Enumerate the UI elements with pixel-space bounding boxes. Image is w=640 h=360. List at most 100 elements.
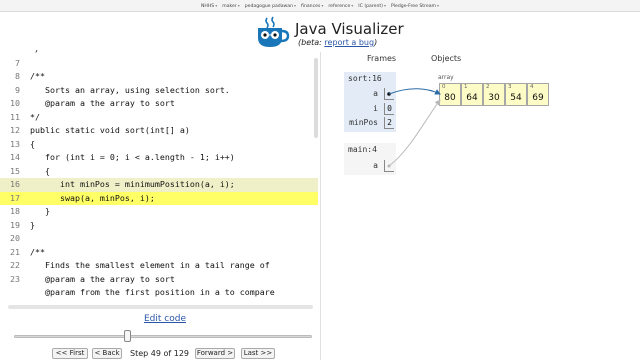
code-vertical-scrollbar[interactable] (314, 58, 318, 138)
line-number: 8 (15, 71, 20, 81)
array-value: 80 (444, 93, 456, 103)
var-value-a (384, 160, 394, 172)
line-text: @param from the first position in a to c… (30, 287, 275, 297)
code-line: 8 /** (0, 70, 318, 84)
coffee-cup-logo-icon (258, 16, 290, 47)
code-line: 16 int minPos = minimumPosition(a, i); (0, 178, 318, 192)
array-value: 69 (532, 93, 544, 103)
line-number: 13 (10, 138, 20, 149)
line-text: swap(a, minPos, i); (30, 192, 155, 203)
array-index: 0 (442, 84, 446, 90)
code-line: 19} (0, 219, 318, 233)
line-text: } (30, 206, 50, 216)
line-text: for (int i = 0; i < a.length - 1; i++) (30, 152, 235, 162)
line-text: /** (30, 246, 45, 257)
bookmark-finances[interactable]: finances▾ (301, 3, 323, 9)
array-cell: 0 80 (439, 83, 461, 106)
var-name-a: a (373, 161, 378, 170)
var-name-i: i (373, 104, 378, 113)
code-line: 22 Finds the smallest element in a tail … (0, 259, 318, 273)
var-name-a: a (373, 89, 378, 98)
frames-heading: Frames (367, 54, 397, 63)
step-slider-track[interactable] (14, 335, 312, 338)
frame-name: main:4 (348, 145, 377, 154)
line-number: 10 (10, 98, 20, 108)
line-number: 15 (10, 165, 20, 176)
edit-code-link[interactable]: Edit code (144, 314, 186, 324)
code-line: 21 /** (0, 246, 318, 260)
code-line: @param from the first position in a to c… (0, 286, 318, 300)
bookmark-nhhs[interactable]: NHHS▾ (201, 3, 217, 9)
line-text: Sorts an array, using selection sort. (30, 84, 230, 95)
code-line: 17 swap(a, minPos, i); (0, 191, 318, 205)
var-value-i: 0 (384, 103, 394, 115)
var-value-a (384, 88, 394, 100)
line-text: } (30, 219, 35, 230)
code-horizontal-scrollbar[interactable] (8, 305, 313, 309)
pointer-arrow-main-a (388, 99, 441, 167)
array-cell: 4 69 (527, 83, 549, 106)
line-number: 9 (15, 84, 20, 95)
step-slider-thumb[interactable] (124, 330, 132, 342)
line-text: { (30, 165, 50, 176)
array-value: 30 (488, 93, 500, 103)
bookmark-reference[interactable]: reference▾ (328, 3, 353, 9)
array-type-label: array (438, 74, 454, 81)
array-value: 64 (466, 93, 478, 103)
line-number: 18 (10, 206, 20, 216)
report-bug-link[interactable]: report a bug (324, 38, 374, 47)
objects-heading: Objects (431, 54, 462, 63)
code-line: 7 (0, 57, 318, 71)
code-line: 14 for (int i = 0; i < a.length - 1; i++… (0, 151, 318, 165)
first-button[interactable]: << First (52, 348, 88, 359)
line-number: 12 (10, 125, 20, 135)
line-text: int minPos = minimumPosition(a, i); (30, 179, 235, 189)
array-cell: 3 54 (505, 83, 527, 106)
var-value-minpos: 2 (384, 117, 394, 129)
line-number: 23 (10, 273, 20, 284)
page-title: Java Visualizer (295, 20, 404, 38)
line-number: 21 (10, 246, 20, 257)
line-number: 19 (10, 219, 20, 230)
code-line: 20 (0, 232, 318, 246)
page-header: Java Visualizer (beta: report a bug) (0, 12, 640, 50)
code-line: 13 { (0, 138, 318, 152)
last-button[interactable]: Last >> (241, 348, 275, 359)
beta-prefix: (beta: (298, 38, 325, 47)
array-index: 3 (508, 84, 512, 90)
code-line: 12 public static void sort(int[] a) (0, 124, 318, 138)
line-number: 11 (10, 111, 20, 122)
beta-note: (beta: report a bug) (298, 38, 377, 47)
array-index: 1 (464, 84, 468, 90)
bookmarks-bar: NHHS▾ maker▾ pedagogue padawan▾ finances… (0, 0, 640, 12)
line-number: 17 (10, 192, 20, 203)
line-text: public static void sort(int[] a) (30, 125, 190, 135)
array-cell: 1 64 (461, 83, 483, 106)
bookmark-maker[interactable]: maker▾ (222, 3, 240, 9)
line-text: /** (30, 71, 45, 81)
code-line: 15 { (0, 165, 318, 179)
forward-button[interactable]: Forward > (195, 348, 235, 359)
line-text: */ (30, 111, 40, 122)
step-counter: Step 49 of 129 (130, 349, 190, 358)
bookmark-pledge-free-stream[interactable]: Pledge-Free Stream▾ (391, 3, 439, 9)
array-cell: 2 30 (483, 83, 505, 106)
bookmark-pedagogue-padawan[interactable]: pedagogue padawan▾ (245, 3, 296, 9)
line-number: 7 (15, 57, 20, 68)
code-line: 11 */ (0, 111, 318, 125)
code-line: 23 @param a the array to sort (0, 273, 318, 287)
pointer-arrow-sort-a (388, 88, 441, 95)
array-index: 4 (530, 84, 534, 90)
var-name-minpos: minPos (349, 118, 378, 127)
frame-name: sort:16 (348, 74, 382, 83)
back-button[interactable]: < Back (92, 348, 122, 359)
code-line: 9 Sorts an array, using selection sort. (0, 84, 318, 98)
line-text: @param a the array to sort (30, 98, 175, 108)
line-number: 20 (10, 233, 20, 243)
beta-suffix: ) (374, 38, 378, 47)
bookmark-ic-parent[interactable]: IC (parent)▾ (358, 3, 386, 9)
panel-divider (320, 52, 321, 360)
line-text: Finds the smallest element in a tail ran… (30, 260, 270, 270)
code-line: 18 } (0, 205, 318, 219)
line-number: 16 (10, 179, 20, 189)
